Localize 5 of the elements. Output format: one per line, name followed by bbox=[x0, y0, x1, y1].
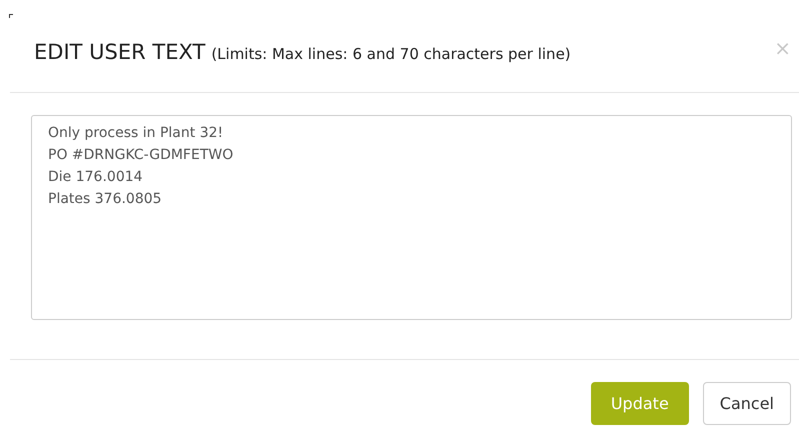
dialog-title: EDIT USER TEXT bbox=[34, 39, 206, 66]
cancel-button[interactable]: Cancel bbox=[702, 382, 791, 425]
corner-mark-icon bbox=[9, 14, 13, 18]
dialog-subtitle: (Limits: Max lines: 6 and 70 characters per line) bbox=[211, 44, 571, 65]
user-text-field[interactable]: Only process in Plant 32! PO #DRNGKC-GDMFETWO Die 176.0014 Plates 376.0805 bbox=[31, 115, 792, 320]
